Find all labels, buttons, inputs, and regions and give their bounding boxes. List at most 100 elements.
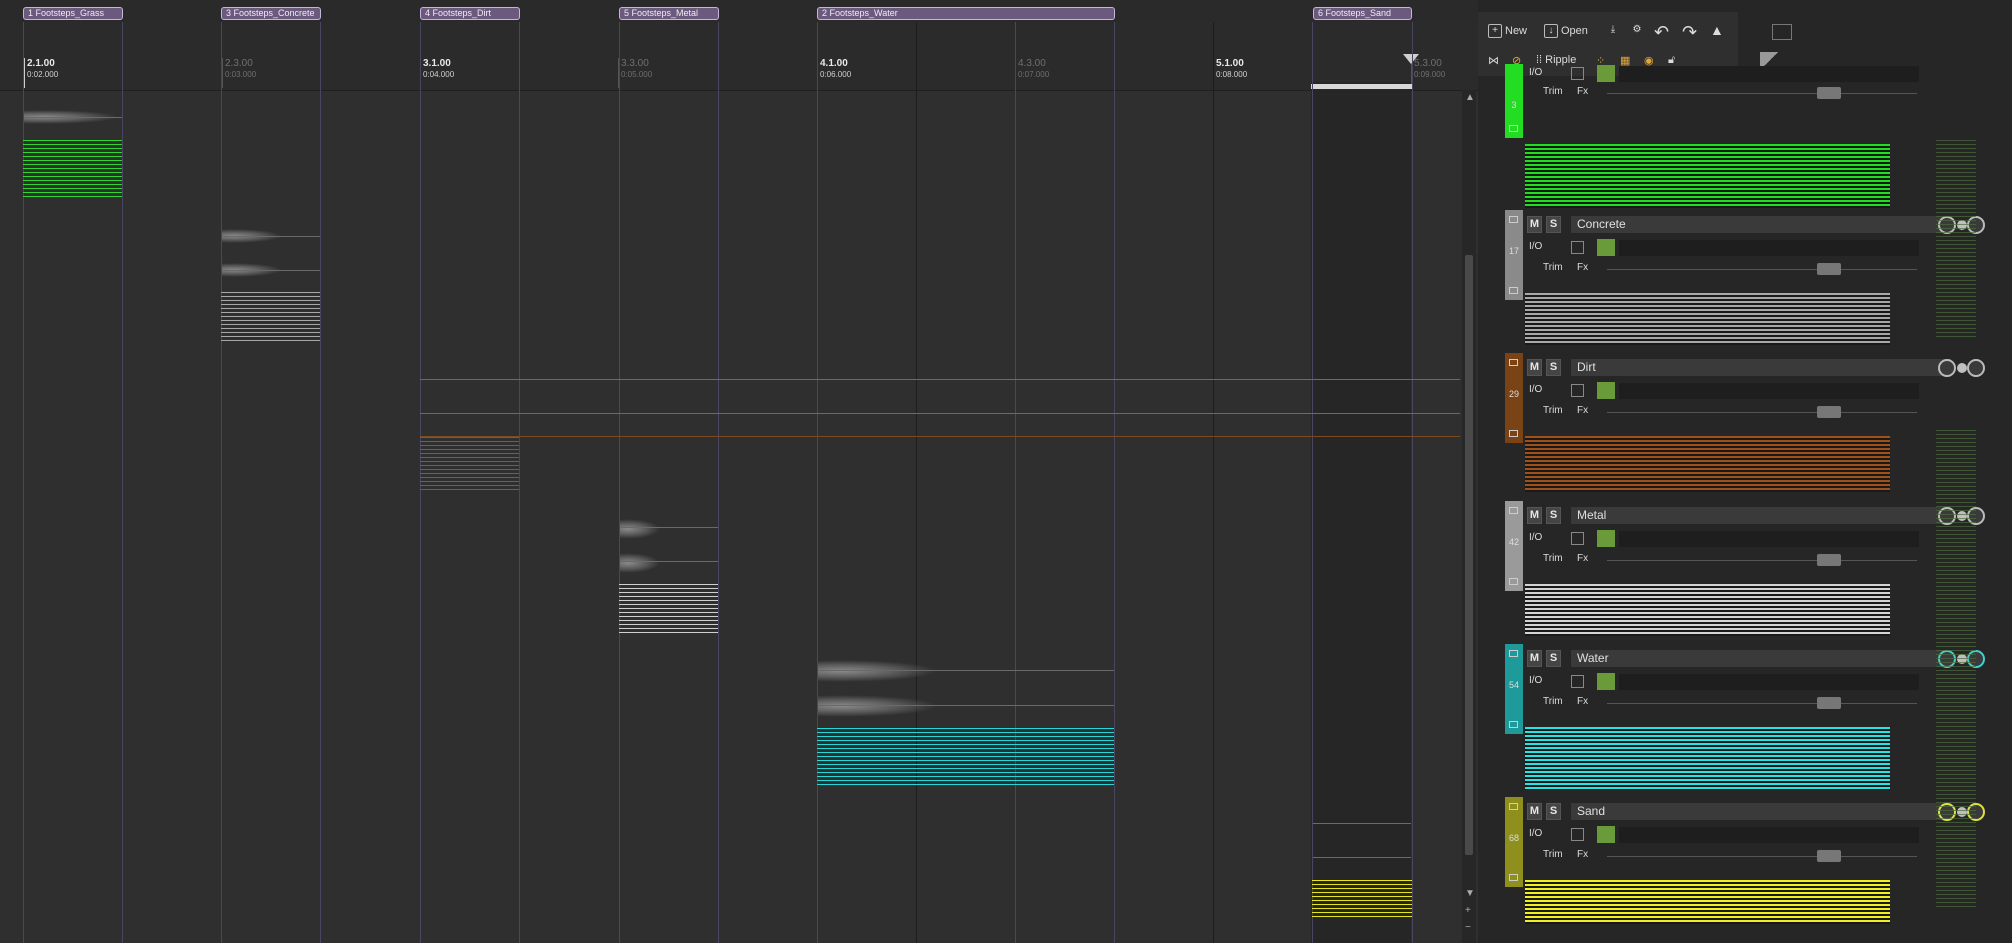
- trim-button[interactable]: Trim: [1543, 849, 1563, 860]
- volume-fader[interactable]: [1817, 406, 1841, 418]
- fx-bypass-icon[interactable]: [1571, 828, 1584, 841]
- zoom-out-icon[interactable]: −: [1465, 922, 1471, 933]
- fx-button[interactable]: Fx: [1577, 553, 1588, 564]
- scroll-up-icon[interactable]: ▲: [1465, 92, 1475, 103]
- fx-bypass-icon[interactable]: [1571, 241, 1584, 254]
- redo-icon[interactable]: ↷: [1682, 22, 1697, 43]
- volume-fader[interactable]: [1817, 263, 1841, 275]
- vertical-scrollbar[interactable]: ▲ ▼ + −: [1462, 90, 1476, 943]
- midi-item-metal[interactable]: [619, 584, 718, 634]
- item-grouping-icon[interactable]: ⋈: [1488, 54, 1499, 67]
- track-name-field[interactable]: Sand: [1571, 803, 1951, 820]
- envelope-icon[interactable]: [1509, 430, 1518, 437]
- folder-icon[interactable]: [1509, 803, 1518, 810]
- trim-button[interactable]: Trim: [1543, 696, 1563, 707]
- volume-fader[interactable]: [1817, 87, 1841, 99]
- folder-icon[interactable]: [1509, 507, 1518, 514]
- envelope-icon[interactable]: [1509, 287, 1518, 294]
- layout-icon[interactable]: [1772, 24, 1792, 40]
- track-name-field[interactable]: Concrete: [1571, 216, 1951, 233]
- trim-button[interactable]: Trim: [1543, 86, 1563, 97]
- folder-icon[interactable]: [1509, 359, 1518, 366]
- settings-icon[interactable]: ⚙: [1630, 24, 1644, 38]
- playhead-icon[interactable]: [1403, 54, 1419, 64]
- solo-button[interactable]: S: [1546, 650, 1561, 667]
- trim-button[interactable]: Trim: [1543, 553, 1563, 564]
- track-number-badge[interactable]: 42: [1505, 501, 1523, 591]
- save-icon[interactable]: ⤓: [1606, 24, 1620, 38]
- mute-button[interactable]: M: [1527, 507, 1542, 524]
- region-lane[interactable]: 1 Footsteps_Grass 3 Footsteps_Concrete 4…: [0, 0, 1478, 22]
- speaker-icon[interactable]: [1597, 673, 1615, 690]
- io-button[interactable]: I/O: [1529, 532, 1542, 543]
- midi-item-grass[interactable]: [23, 140, 122, 200]
- solo-button[interactable]: S: [1546, 359, 1561, 376]
- io-button[interactable]: I/O: [1529, 67, 1542, 78]
- track-number-badge[interactable]: 3: [1505, 64, 1523, 138]
- speaker-icon[interactable]: [1597, 530, 1615, 547]
- fx-bypass-icon[interactable]: [1571, 67, 1584, 80]
- track-number-badge[interactable]: 68: [1505, 797, 1523, 887]
- volume-fader[interactable]: [1817, 697, 1841, 709]
- mute-button[interactable]: M: [1527, 359, 1542, 376]
- trim-button[interactable]: Trim: [1543, 405, 1563, 416]
- track-name-field[interactable]: Water: [1571, 650, 1951, 667]
- record-arm-button[interactable]: [1957, 363, 1967, 373]
- solo-button[interactable]: S: [1546, 803, 1561, 820]
- fx-bypass-icon[interactable]: [1571, 384, 1584, 397]
- arrange-view[interactable]: 1 Footsteps_Grass 3 Footsteps_Concrete 4…: [0, 0, 1478, 943]
- speaker-icon[interactable]: [1597, 65, 1615, 82]
- envelope-icon[interactable]: [1509, 125, 1518, 132]
- solo-button[interactable]: S: [1546, 216, 1561, 233]
- region-footsteps-metal[interactable]: 5 Footsteps_Metal: [619, 7, 719, 20]
- fx-button[interactable]: Fx: [1577, 405, 1588, 416]
- scroll-down-icon[interactable]: ▼: [1465, 888, 1475, 899]
- audio-waveform[interactable]: [620, 519, 660, 539]
- io-button[interactable]: I/O: [1529, 675, 1542, 686]
- mute-button[interactable]: M: [1527, 216, 1542, 233]
- track-name-field[interactable]: Dirt: [1571, 359, 1951, 376]
- midi-item-water[interactable]: [817, 728, 1114, 786]
- region-footsteps-water[interactable]: 2 Footsteps_Water: [817, 7, 1115, 20]
- region-footsteps-concrete[interactable]: 3 Footsteps_Concrete: [221, 7, 321, 20]
- envelope-icon[interactable]: [1509, 721, 1518, 728]
- region-footsteps-grass[interactable]: 1 Footsteps_Grass: [23, 7, 123, 20]
- midi-item-concrete[interactable]: [221, 292, 320, 344]
- pan-knob[interactable]: [1967, 359, 1985, 377]
- envelope-icon[interactable]: [1509, 874, 1518, 881]
- fx-button[interactable]: Fx: [1577, 86, 1588, 97]
- track-name-field[interactable]: Metal: [1571, 507, 1951, 524]
- zoom-in-icon[interactable]: +: [1465, 905, 1471, 916]
- open-button[interactable]: ↓ Open: [1544, 24, 1588, 38]
- io-button[interactable]: I/O: [1529, 384, 1542, 395]
- volume-fader[interactable]: [1817, 850, 1841, 862]
- io-button[interactable]: I/O: [1529, 828, 1542, 839]
- fx-bypass-icon[interactable]: [1571, 675, 1584, 688]
- mute-button[interactable]: M: [1527, 650, 1542, 667]
- speaker-icon[interactable]: [1597, 826, 1615, 843]
- fx-bypass-icon[interactable]: [1571, 532, 1584, 545]
- new-button[interactable]: + New: [1488, 24, 1527, 38]
- io-button[interactable]: I/O: [1529, 241, 1542, 252]
- region-footsteps-dirt[interactable]: 4 Footsteps_Dirt: [420, 7, 520, 20]
- track-number-badge[interactable]: 29: [1505, 353, 1523, 443]
- midi-item-dirt[interactable]: [420, 437, 519, 492]
- speaker-icon[interactable]: [1597, 239, 1615, 256]
- midi-item-sand[interactable]: [1312, 880, 1412, 920]
- folder-icon[interactable]: [1509, 216, 1518, 223]
- envelope-icon[interactable]: [1509, 578, 1518, 585]
- region-footsteps-sand[interactable]: 6 Footsteps_Sand: [1313, 7, 1412, 20]
- metronome-icon[interactable]: ▲: [1710, 22, 1724, 38]
- folder-icon[interactable]: [1509, 650, 1518, 657]
- track-number-badge[interactable]: 17: [1505, 210, 1523, 300]
- mute-button[interactable]: M: [1527, 803, 1542, 820]
- volume-knob[interactable]: [1938, 359, 1956, 377]
- scrollbar-thumb[interactable]: [1465, 255, 1473, 855]
- trim-button[interactable]: Trim: [1543, 262, 1563, 273]
- solo-button[interactable]: S: [1546, 507, 1561, 524]
- loop-range-bar[interactable]: [1311, 84, 1412, 89]
- audio-waveform[interactable]: [620, 553, 660, 573]
- volume-fader[interactable]: [1817, 554, 1841, 566]
- audio-waveform[interactable]: [818, 660, 938, 682]
- speaker-icon[interactable]: [1597, 382, 1615, 399]
